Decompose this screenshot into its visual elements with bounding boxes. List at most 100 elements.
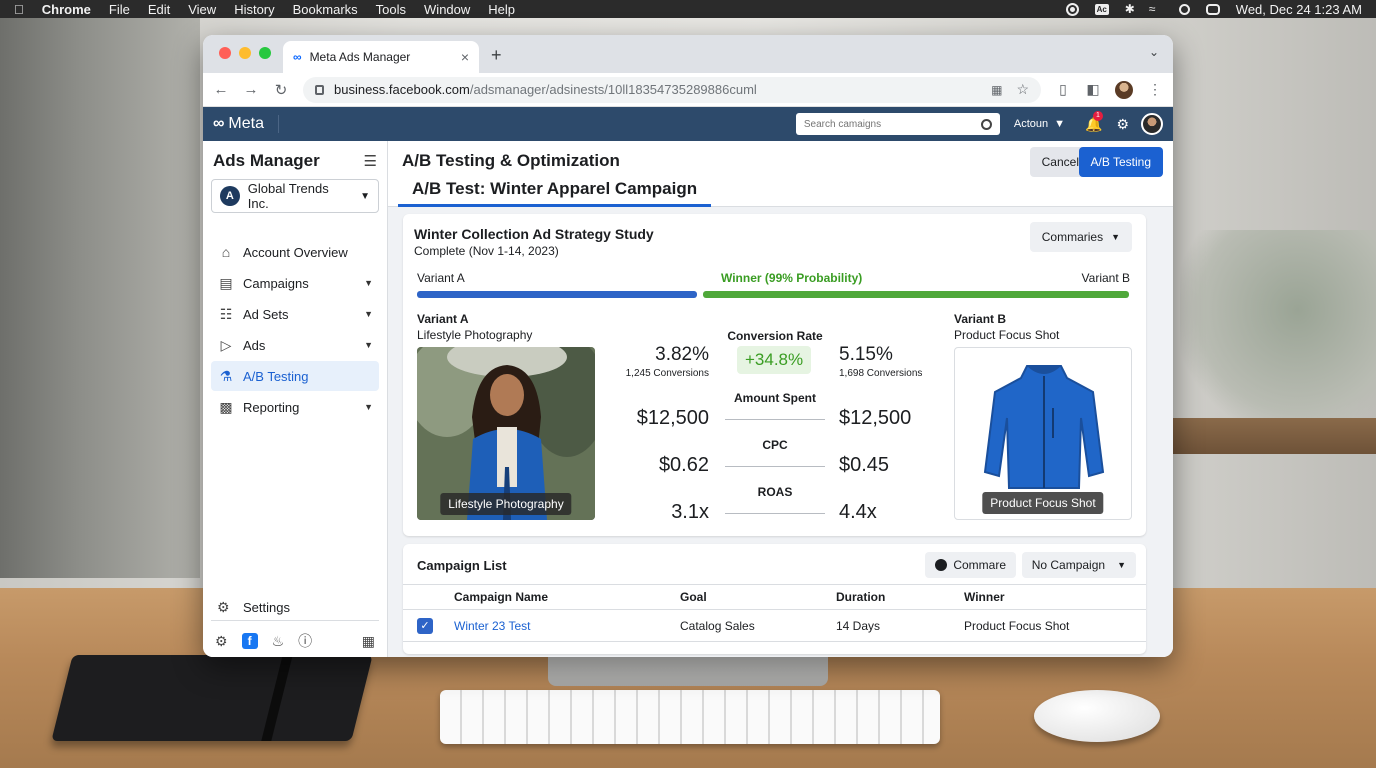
bluetooth-icon[interactable]: ✱ [1125,3,1135,15]
row-checkbox[interactable]: ✓ [417,610,433,641]
column-header-winner[interactable]: Winner [964,585,1005,609]
table-header: Campaign Name Goal Duration Winner [403,584,1146,610]
sidebar-item-reporting[interactable]: ▩ Reporting ▼ [211,392,379,422]
apps-grid-icon[interactable]: ▦ [362,633,375,650]
sidebar-item-account-overview[interactable]: ⌂ Account Overview [211,237,379,267]
extensions-icon[interactable]: ▯ [1055,81,1071,98]
menubar-tools[interactable]: Tools [376,2,406,17]
campaign-name-link[interactable]: Winter 23 Test [454,610,530,641]
user-avatar[interactable] [1141,113,1163,135]
apple-menu-icon[interactable]:  [14,2,24,17]
url-path: /adsmanager/adsinests/10ll18354735289886… [469,82,757,97]
close-tab-icon[interactable]: × [461,49,469,65]
new-tab-button[interactable]: + [491,45,502,66]
sidebar-item-campaigns[interactable]: ▤ Campaigns ▼ [211,268,379,298]
back-arrow-icon[interactable]: ← [213,81,229,98]
meta-logo[interactable]: ∞ Meta [213,115,279,133]
sidebar-item-label: A/B Testing [243,368,309,384]
side-panel-icon[interactable]: ◧ [1085,81,1101,98]
menubar-window[interactable]: Window [424,2,470,17]
monitor-stand [548,656,828,686]
help-icon[interactable]: ⓘ [298,631,312,651]
campaign-search-input[interactable] [803,118,981,130]
menubar-app-name[interactable]: Chrome [42,2,91,17]
menubar-file[interactable]: File [109,2,130,17]
address-bar[interactable]: business.facebook.com/adsmanager/adsines… [303,76,1041,103]
minimize-window-button[interactable] [239,47,251,59]
campaign-search[interactable] [795,113,1000,135]
reload-icon[interactable]: ↻ [273,81,289,99]
sidebar-item-ads[interactable]: ▷ Ads ▼ [211,330,379,360]
menubar-help[interactable]: Help [488,2,515,17]
lock-icon[interactable] [315,84,324,95]
chevron-down-icon[interactable]: ▼ [364,278,373,288]
zoom-window-button[interactable] [259,47,271,59]
campaign-list-card: Campaign List Commare No Campaign ▼ Camp… [403,544,1146,654]
roas-label: ROAS [757,485,793,499]
forward-arrow-icon[interactable]: → [243,81,259,98]
conversion-rate-label: Conversion Rate [727,329,823,343]
spotlight-search-icon[interactable] [1178,3,1190,15]
browser-tab-active[interactable]: ∞ Meta Ads Manager × [283,41,479,73]
table-row[interactable]: ✓ Winter 23 Test Catalog Sales 14 Days P… [403,610,1146,642]
menubar-view[interactable]: View [188,2,216,17]
menubar-bookmarks[interactable]: Bookmarks [293,2,358,17]
kebab-menu-icon[interactable]: ⋮ [1147,81,1163,98]
menubar-clock[interactable]: Wed, Dec 24 1:23 AM [1236,2,1362,17]
variant-b-creative-image[interactable]: Product Focus Shot [954,347,1132,520]
column-header-duration[interactable]: Duration [836,585,885,609]
notifications-bell-icon[interactable]: 🔔 1 [1085,110,1103,133]
ad-account-selector[interactable]: A Global Trends Inc. ▼ [211,179,379,213]
calendar-icon: ▤ [219,274,233,291]
sidebar-item-ad-sets[interactable]: ☷ Ad Sets ▼ [211,299,379,329]
sidebar-item-label: Account Overview [243,244,348,260]
variant-a-conversions: 1,245 Conversions [625,368,709,379]
list-menu-icon[interactable]: ☰ [364,152,377,170]
gear-icon[interactable]: ⚙ [215,633,228,650]
test-title-tab[interactable]: A/B Test: Winter Apparel Campaign [398,179,712,207]
summaries-dropdown[interactable]: Commaries ▼ [1029,222,1132,252]
facebook-icon[interactable]: f [241,633,258,649]
variant-a-heading: Variant A [417,312,469,326]
chevron-down-icon[interactable]: ▼ [364,309,373,319]
flask-icon: ⚗ [219,367,233,384]
translate-icon[interactable]: ▦ [991,83,1002,97]
input-source-icon[interactable]: Ac [1094,3,1109,15]
url-host: business.facebook.com [334,82,470,97]
menubar-history[interactable]: History [234,2,274,17]
campaign-winner: Product Focus Shot [964,618,1070,633]
sidebar-item-settings[interactable]: ⚙ Settings [211,595,379,621]
wifi-icon[interactable]: ≈ [1149,3,1163,15]
campaign-filter-dropdown[interactable]: No Campaign ▼ [1021,552,1136,578]
bookmark-star-icon[interactable]: ☆ [1016,81,1029,98]
chevron-down-icon[interactable]: ▼ [364,402,373,412]
search-icon[interactable] [980,118,992,130]
account-dropdown[interactable]: Actoun ▼ [1014,118,1065,130]
variant-a-name: Lifestyle Photography [417,328,533,342]
variant-b-cpc: $0.45 [839,454,890,476]
settings-gear-icon[interactable]: ⚙ [1116,116,1129,133]
chevron-down-icon: ▼ [1117,560,1126,570]
menubar-edit[interactable]: Edit [148,2,170,17]
control-center-icon[interactable] [1205,3,1220,15]
variant-a-creative-image[interactable]: Lifestyle Photography [417,347,595,520]
campaign-list-title: Campaign List [417,558,507,573]
screen-record-icon[interactable] [1065,2,1079,16]
profile-avatar[interactable] [1115,80,1133,99]
macos-menubar:  Chrome File Edit View History Bookmark… [0,0,1376,18]
notification-badge: 1 [1093,110,1103,121]
close-window-button[interactable] [219,47,231,59]
bell-icon[interactable]: ♨ [272,633,285,650]
sidebar-item-ab-testing[interactable]: ⚗ A/B Testing [211,361,379,391]
ad-account-name: Global Trends Inc. [247,181,329,211]
column-header-goal[interactable]: Goal [680,585,707,609]
chevron-down-icon[interactable]: ▼ [364,340,373,350]
tab-search-chevron-icon[interactable]: ⌄ [1149,45,1159,59]
account-logo-icon: A [220,186,240,206]
compare-button[interactable]: Commare [925,552,1016,578]
sidebar-item-label: Ad Sets [243,306,289,322]
column-header-campaign-name[interactable]: Campaign Name [454,585,548,609]
ab-testing-button[interactable]: A/B Testing [1078,147,1163,177]
browser-toolbar: ← → ↻ business.facebook.com/adsmanager/a… [203,73,1173,107]
meta-favicon-icon: ∞ [293,50,302,64]
